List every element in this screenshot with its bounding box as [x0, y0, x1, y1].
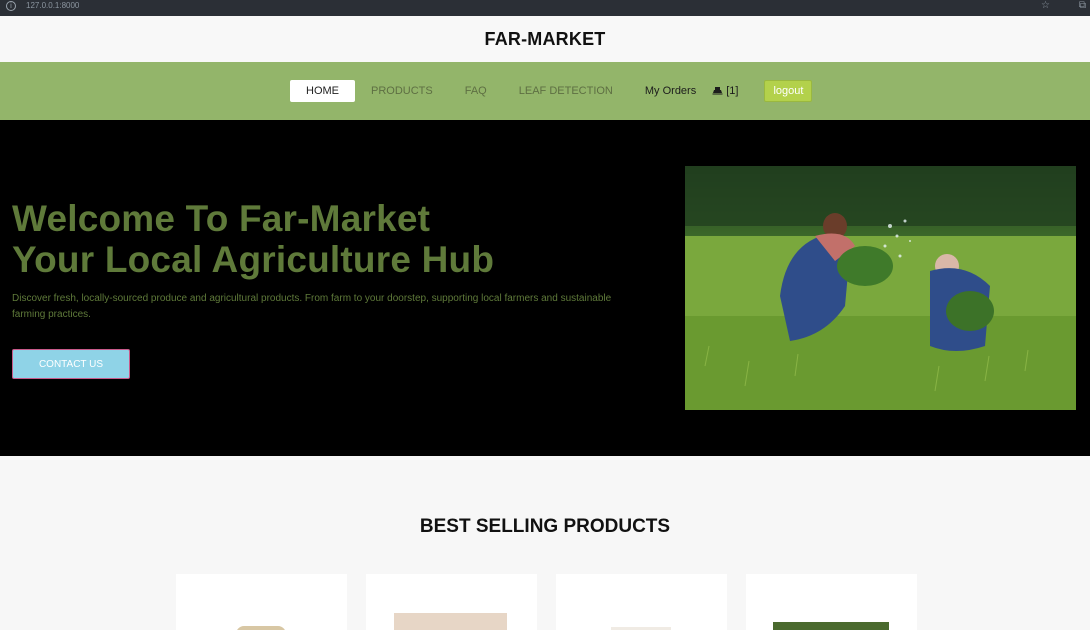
- nav-home[interactable]: HOME: [290, 80, 355, 102]
- hero-title: Welcome To Far-Market Your Local Agricul…: [12, 198, 494, 280]
- nav-products[interactable]: PRODUCTS: [371, 85, 433, 97]
- cart-link[interactable]: [1]: [712, 85, 738, 98]
- hero-farm-image: [685, 166, 1076, 410]
- hero-section: Welcome To Far-Market Your Local Agricul…: [0, 120, 1090, 456]
- hero-description: Discover fresh, locally-sourced produce …: [12, 293, 612, 320]
- product-image: [394, 613, 507, 630]
- cart-icon: [712, 85, 723, 98]
- nav-faq[interactable]: FAQ: [465, 85, 487, 97]
- best-selling-section: BEST SELLING PRODUCTS: [0, 456, 1090, 630]
- cart-count: [1]: [726, 85, 739, 97]
- product-image: [236, 626, 286, 630]
- address-bar[interactable]: 127.0.0.1:8000: [26, 1, 79, 10]
- contact-us-button[interactable]: CONTACT US: [12, 349, 130, 379]
- logout-button[interactable]: logout: [764, 80, 813, 102]
- product-card[interactable]: [366, 574, 537, 630]
- star-icon[interactable]: ☆: [1041, 0, 1050, 11]
- site-info-icon[interactable]: i: [6, 1, 16, 11]
- product-card[interactable]: [746, 574, 917, 630]
- site-title: FAR-MARKET: [484, 28, 606, 49]
- hero-title-line1: Welcome To Far-Market: [12, 198, 431, 239]
- puzzle-icon[interactable]: ⧉: [1079, 0, 1086, 11]
- section-title: BEST SELLING PRODUCTS: [419, 516, 671, 537]
- nav-leaf-detection[interactable]: LEAF DETECTION: [519, 85, 613, 97]
- hero-title-line2: Your Local Agriculture Hub: [12, 239, 495, 280]
- site-header: FAR-MARKET: [0, 16, 1090, 62]
- main-nav: HOME PRODUCTS FAQ LEAF DETECTION My Orde…: [0, 62, 1090, 120]
- browser-toolbar: i 127.0.0.1:8000 ☆ ⧉: [0, 0, 1090, 16]
- nav-my-orders[interactable]: My Orders: [645, 85, 696, 97]
- product-card[interactable]: [176, 574, 347, 630]
- product-card[interactable]: [556, 574, 727, 630]
- product-image: [773, 622, 889, 630]
